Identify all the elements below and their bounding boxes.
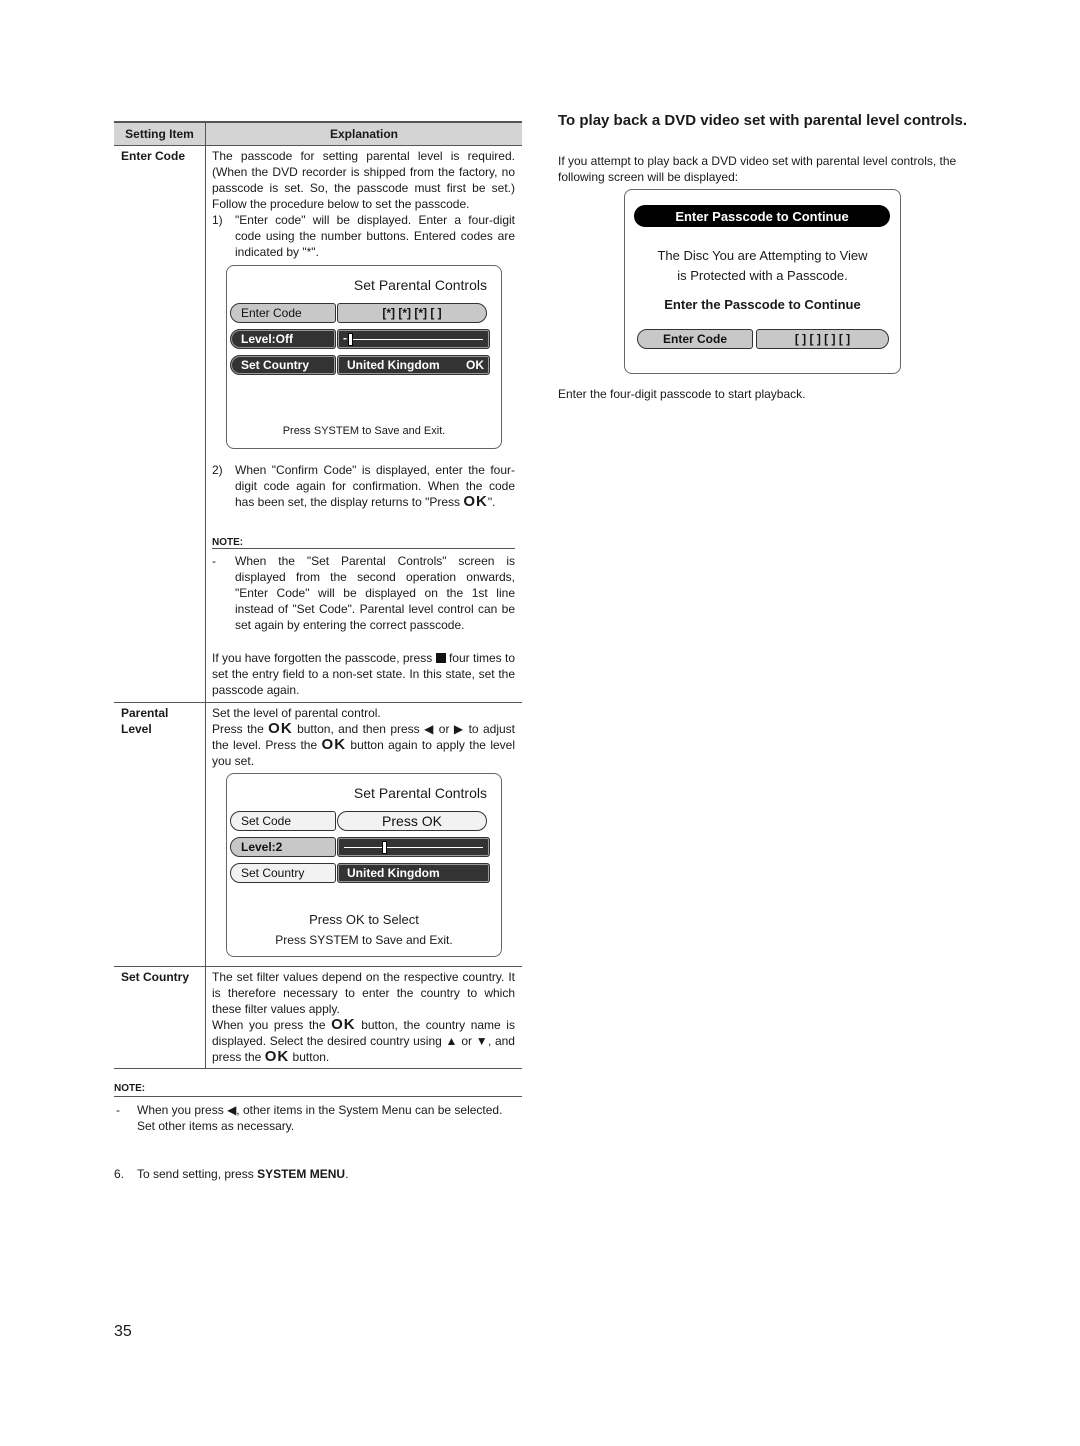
set-country-text: When you press the OK button, the countr… (212, 1017, 515, 1065)
ok-glyph: OK (268, 720, 293, 737)
text-e: button. (292, 1050, 330, 1064)
step1-text: "Enter code" will be displayed. Enter a … (235, 213, 515, 259)
forgot-passcode-text: If you have forgotten the passcode, pres… (212, 650, 515, 698)
parental-level-text: Press the OK button, and then press ◀ or… (212, 721, 515, 769)
bottom-note-text: When you press ◀, other items in the Sys… (137, 1102, 522, 1134)
heading: To play back a DVD video set with parent… (558, 112, 968, 129)
enter-code-label: Enter Code (230, 303, 336, 323)
text-c: or (461, 1034, 473, 1048)
note-rule (212, 548, 515, 549)
screen-title: Set Parental Controls (353, 277, 487, 293)
text-c: Set other items as necessary. (137, 1119, 295, 1133)
screen-footer: Press SYSTEM to Save and Exit. (282, 425, 446, 437)
level-label: Level:2 (230, 837, 336, 857)
set-country-line1: The set filter values depend on the resp… (212, 970, 515, 1016)
table-header: Setting Item Explanation (114, 121, 522, 146)
disc-message-1: The Disc You are Attempting to View (657, 248, 868, 263)
right-arrow-icon: ▶ (453, 722, 465, 736)
screen-title: Set Parental Controls (353, 785, 487, 801)
level-label: Level:Off (230, 329, 336, 349)
left-arrow-icon: ◀ (227, 1103, 237, 1117)
text-b: , other items in the System Menu can be … (236, 1103, 503, 1117)
slider-knob[interactable] (348, 333, 353, 346)
parental-level-line1: Set the level of parental control. (212, 706, 381, 720)
ok-glyph: OK (331, 1016, 356, 1033)
step2-text: When "Confirm Code" is displayed, enter … (235, 462, 515, 510)
header-setting-item: Setting Item (114, 123, 206, 145)
row-divider (114, 966, 522, 967)
step2-text-b: ". (487, 495, 496, 509)
level-off-dash: - (343, 331, 347, 345)
passcode-banner: Enter Passcode to Continue (634, 205, 890, 227)
settings-table: Setting Item Explanation (114, 121, 522, 146)
text: To send setting, press (137, 1167, 258, 1181)
passcode-input[interactable]: [ ] [ ] [ ] [ ] (756, 329, 889, 349)
screen-footer-select: Press OK to Select (309, 912, 419, 927)
disc-message-2: is Protected with a Passcode. (677, 268, 848, 283)
slider-knob[interactable] (382, 841, 388, 854)
stop-square-icon (435, 653, 446, 663)
up-arrow-icon: ▲ (445, 1034, 458, 1048)
left-arrow-icon: ◀ (424, 722, 435, 736)
down-arrow-icon: ▼ (475, 1034, 488, 1048)
right-intro: If you attempt to play back a DVD video … (558, 154, 957, 184)
text-a: When you press (137, 1103, 224, 1117)
text-a: Press the (212, 722, 264, 736)
ok-glyph: OK (463, 493, 488, 510)
screen-footer: Press SYSTEM to Save and Exit. (275, 933, 453, 947)
playback-caption: Enter the four-digit passcode to start p… (558, 387, 806, 401)
bottom-note-dash: - (116, 1103, 120, 1117)
set-country-label: Set Country (230, 863, 336, 883)
enter-code-value[interactable]: [*] [*] [*] [ ] (337, 303, 487, 323)
note-dash: - (212, 554, 216, 568)
country-value[interactable]: United Kingdom OK (337, 355, 490, 375)
ok-glyph: OK (321, 736, 347, 753)
text-a: When you press the (212, 1018, 326, 1032)
text-b: button, and then press (297, 722, 420, 736)
slider-track (344, 847, 483, 848)
step2-number: 2) (212, 463, 223, 477)
step6-number: 6. (114, 1167, 125, 1181)
header-explanation: Explanation (329, 127, 398, 141)
press-ok-button[interactable]: Press OK (337, 811, 487, 831)
enter-code-intro: The passcode for setting parental level … (212, 149, 515, 211)
country-name: United Kingdom (347, 358, 440, 372)
bottom-note-label: NOTE: (114, 1083, 146, 1094)
set-code-label: Set Code (230, 811, 336, 831)
enter-code-label: Enter Code (637, 329, 753, 349)
set-parental-controls-screen-1: Set Parental Controls Enter Code [*] [*]… (226, 265, 502, 449)
country-ok: OK (466, 358, 484, 372)
row-divider (114, 702, 522, 703)
note-text: When the "Set Parental Controls" screen … (235, 554, 515, 632)
enter-passcode-screen: Enter Passcode to Continue The Disc You … (624, 189, 901, 374)
bottom-note-rule (114, 1096, 522, 1097)
forgot-text-a: If you have forgotten the passcode, pres… (212, 651, 433, 665)
system-menu-bold: SYSTEM MENU (257, 1167, 346, 1181)
end: . (345, 1167, 349, 1181)
right-heading: To play back a DVD video set with parent… (558, 111, 968, 131)
level-slider[interactable]: - (337, 329, 490, 349)
slider-track (350, 339, 483, 340)
passcode-prompt: Enter the Passcode to Continue (664, 297, 861, 312)
step6-text: To send setting, press SYSTEM MENU. (137, 1166, 348, 1182)
page-number: 35 (114, 1323, 132, 1340)
level-slider[interactable] (337, 837, 490, 857)
setting-item-enter-code: Enter Code (121, 149, 186, 163)
ok-glyph: OK (264, 1048, 290, 1065)
set-country-label: Set Country (230, 355, 336, 375)
table-bottom-rule (114, 1068, 522, 1069)
column-divider (205, 145, 206, 1068)
set-parental-controls-screen-2: Set Parental Controls Set Code Press OK … (226, 773, 502, 957)
country-value[interactable]: United Kingdom (337, 863, 490, 883)
text-c: or (438, 722, 450, 736)
item-line1: Parental (121, 706, 169, 720)
setting-item-set-country: Set Country (121, 970, 190, 984)
setting-item-parental-level: Parental Level (121, 705, 168, 737)
item-line2: Level (121, 722, 152, 736)
step1-number: 1) (212, 213, 223, 227)
